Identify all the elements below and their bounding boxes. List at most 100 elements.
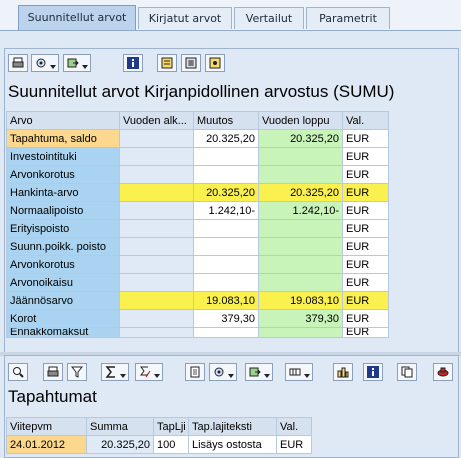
- layout-menu-button[interactable]: [285, 363, 313, 381]
- cell-muutos[interactable]: [193, 273, 259, 292]
- print-button-lower[interactable]: [43, 363, 63, 381]
- cell-vuoden-alku[interactable]: [119, 165, 194, 184]
- details-menu-button-lower[interactable]: [209, 363, 237, 381]
- cell-vuoden-loppu[interactable]: 19.083,10: [258, 291, 343, 310]
- cell-vuoden-loppu[interactable]: 20.325,20: [258, 129, 343, 148]
- cell-vuoden-alku[interactable]: [119, 255, 194, 274]
- cell-val[interactable]: EUR: [342, 129, 389, 148]
- subtotal-menu-button[interactable]: [135, 363, 163, 381]
- export-menu-button-lower[interactable]: [245, 363, 273, 381]
- table-row[interactable]: Suunn.poikk. poisto EUR: [6, 237, 389, 256]
- cell-vuoden-loppu[interactable]: [258, 165, 343, 184]
- info-button[interactable]: [123, 54, 143, 72]
- cell-muutos[interactable]: 20.325,20: [193, 183, 259, 202]
- print-preview-button[interactable]: [185, 363, 205, 381]
- cell-val[interactable]: EUR: [342, 327, 389, 338]
- cell-val[interactable]: EUR: [342, 255, 389, 274]
- cell-val[interactable]: EUR: [342, 147, 389, 166]
- abc-button[interactable]: [433, 363, 453, 381]
- cell-arvo[interactable]: Ennakkomaksut: [6, 327, 120, 338]
- cell-vuoden-alku[interactable]: [119, 147, 194, 166]
- cell-muutos[interactable]: [193, 255, 259, 274]
- cell-val[interactable]: EUR: [342, 201, 389, 220]
- cell-val[interactable]: EUR: [342, 273, 389, 292]
- cell-vuoden-alku[interactable]: [119, 183, 194, 202]
- print-button[interactable]: [8, 54, 28, 72]
- cell-muutos[interactable]: [193, 327, 259, 338]
- col-header-taplji[interactable]: TapLji: [153, 417, 189, 436]
- table-row[interactable]: Erityispoisto EUR: [6, 219, 389, 238]
- col-header-val[interactable]: Val.: [276, 417, 312, 436]
- cell-summa[interactable]: 20.325,20: [86, 435, 154, 454]
- table-row[interactable]: Jäännösarvo 19.083,10 19.083,10 EUR: [6, 291, 389, 310]
- table-row[interactable]: Ennakkomaksut EUR: [6, 327, 389, 338]
- cell-val[interactable]: EUR: [342, 165, 389, 184]
- tab-kirjatut-arvot[interactable]: Kirjatut arvot: [138, 7, 232, 29]
- cell-viitepvm[interactable]: 24.01.2012: [6, 435, 87, 454]
- details-menu-button[interactable]: [31, 54, 59, 72]
- col-header-muutos[interactable]: Muutos: [193, 111, 259, 130]
- cell-arvo[interactable]: Hankinta-arvo: [6, 183, 120, 202]
- cell-val[interactable]: EUR: [342, 291, 389, 310]
- col-header-val[interactable]: Val.: [342, 111, 389, 130]
- cell-vuoden-loppu[interactable]: 20.325,20: [258, 183, 343, 202]
- cell-teksti[interactable]: Lisäys ostosta: [188, 435, 277, 454]
- cell-val[interactable]: EUR: [342, 237, 389, 256]
- layout-button[interactable]: [157, 54, 177, 72]
- cell-vuoden-loppu[interactable]: [258, 237, 343, 256]
- cell-muutos[interactable]: 379,30: [193, 309, 259, 328]
- cell-arvo[interactable]: Erityispoisto: [6, 219, 120, 238]
- cell-arvo[interactable]: Korot: [6, 309, 120, 328]
- cell-vuoden-alku[interactable]: [119, 129, 194, 148]
- table-row[interactable]: Investointituki EUR: [6, 147, 389, 166]
- cell-taplji[interactable]: 100: [153, 435, 189, 454]
- cell-val[interactable]: EUR: [276, 435, 312, 454]
- cell-muutos[interactable]: [193, 165, 259, 184]
- sum-menu-button[interactable]: [101, 363, 129, 381]
- cell-arvo[interactable]: Suunn.poikk. poisto: [6, 237, 120, 256]
- cell-muutos[interactable]: 20.325,20: [193, 129, 259, 148]
- table-row[interactable]: Tapahtuma, saldo 20.325,20 20.325,20 EUR: [6, 129, 389, 148]
- graphic-button[interactable]: [205, 54, 225, 72]
- col-header-viitepvm[interactable]: Viitepvm: [6, 417, 87, 436]
- cell-muutos[interactable]: [193, 147, 259, 166]
- cell-vuoden-loppu[interactable]: [258, 273, 343, 292]
- cell-muutos[interactable]: [193, 219, 259, 238]
- table-row[interactable]: Arvonkorotus EUR: [6, 255, 389, 274]
- cell-arvo[interactable]: Normaalipoisto: [6, 201, 120, 220]
- find-button[interactable]: [8, 363, 28, 381]
- info-button-lower[interactable]: [363, 363, 383, 381]
- cell-arvo[interactable]: Jäännösarvo: [6, 291, 120, 310]
- cell-val[interactable]: EUR: [342, 219, 389, 238]
- cell-arvo[interactable]: Arvonkorotus: [6, 255, 120, 274]
- cell-vuoden-alku[interactable]: [119, 219, 194, 238]
- table-row[interactable]: 24.01.2012 20.325,20 100 Lisäys ostosta EUR: [6, 435, 312, 454]
- copy-button[interactable]: [397, 363, 417, 381]
- cell-vuoden-alku[interactable]: [119, 273, 194, 292]
- cell-val[interactable]: EUR: [342, 309, 389, 328]
- col-header-vuoden-alku[interactable]: Vuoden alk...: [119, 111, 194, 130]
- cell-arvo[interactable]: Tapahtuma, saldo: [6, 129, 120, 148]
- cell-vuoden-alku[interactable]: [119, 291, 194, 310]
- cell-vuoden-alku[interactable]: [119, 201, 194, 220]
- cell-vuoden-loppu[interactable]: 379,30: [258, 309, 343, 328]
- cell-muutos[interactable]: 19.083,10: [193, 291, 259, 310]
- table-row[interactable]: Hankinta-arvo 20.325,20 20.325,20 EUR: [6, 183, 389, 202]
- export-menu-button[interactable]: [63, 54, 91, 72]
- cell-arvo[interactable]: Investointituki: [6, 147, 120, 166]
- cell-muutos[interactable]: 1.242,10-: [193, 201, 259, 220]
- cell-vuoden-alku[interactable]: [119, 327, 194, 338]
- cell-vuoden-loppu[interactable]: [258, 255, 343, 274]
- cell-arvo[interactable]: Arvonoikaisu: [6, 273, 120, 292]
- calculator-button[interactable]: [181, 54, 201, 72]
- tab-suunnitellut-arvot[interactable]: Suunnitellut arvot: [18, 5, 136, 30]
- filter-button[interactable]: [67, 363, 87, 381]
- table-row[interactable]: Arvonkorotus EUR: [6, 165, 389, 184]
- cell-arvo[interactable]: Arvonkorotus: [6, 165, 120, 184]
- cell-vuoden-loppu[interactable]: [258, 219, 343, 238]
- col-header-tap-lajiteksti[interactable]: Tap.lajiteksti: [188, 417, 277, 436]
- tab-vertailut[interactable]: Vertailut: [234, 7, 304, 29]
- col-header-summa[interactable]: Summa: [86, 417, 154, 436]
- cell-vuoden-loppu[interactable]: [258, 147, 343, 166]
- cell-val[interactable]: EUR: [342, 183, 389, 202]
